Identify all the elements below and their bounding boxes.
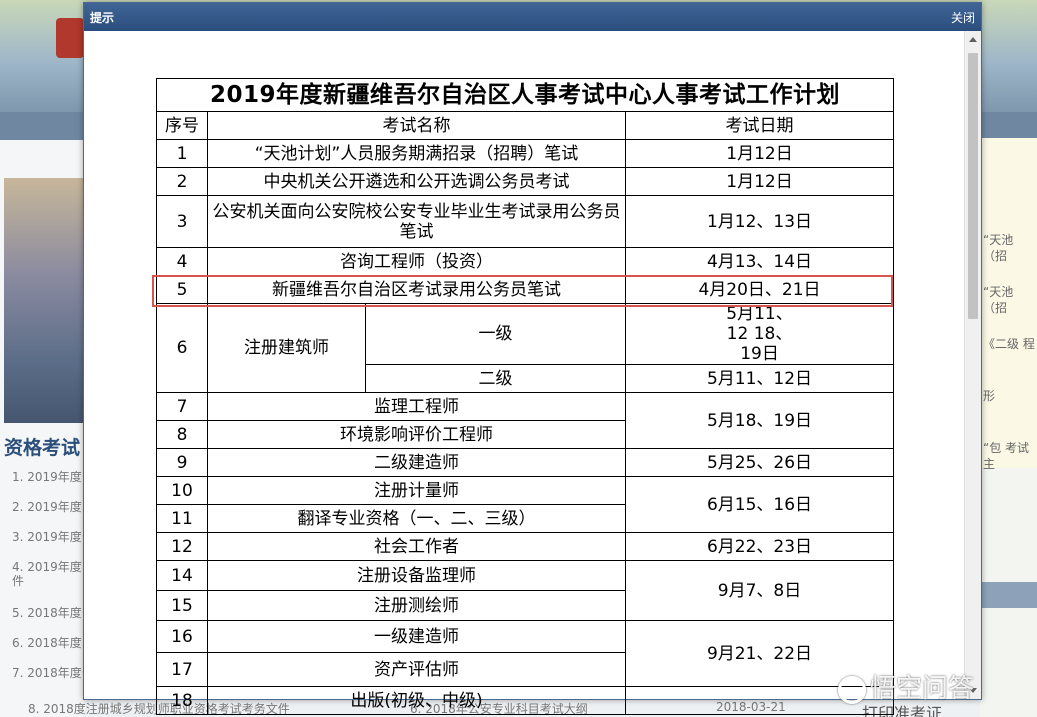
notice-dialog: 提示 关闭 2019年度新疆维吾尔自治区人事考试中心人事考试工作计划 序号 考试… bbox=[83, 2, 982, 715]
row-no: 8 bbox=[156, 420, 208, 449]
row-name: 中央机关公开遴选和公开选调公务员考试 bbox=[207, 167, 626, 196]
row-name: 公安机关面向公安院校公安专业毕业生考试录用公务员笔试 bbox=[207, 195, 626, 248]
row-5-highlight-box bbox=[152, 275, 893, 307]
row-no: 14 bbox=[156, 560, 208, 591]
right-link[interactable]: 《二级 程 bbox=[983, 336, 1037, 352]
row-no: 17 bbox=[156, 652, 208, 687]
dialog-title: 提示 bbox=[90, 11, 115, 25]
site-logo bbox=[56, 18, 84, 58]
row-name: 社会工作者 bbox=[207, 532, 626, 561]
header-date: 考试日期 bbox=[624, 111, 895, 140]
exam-news-list: 1. 2019年度 2. 2019年度 3. 2019年度 4. 2019年度 … bbox=[12, 470, 84, 696]
list-item[interactable]: 1. 2019年度 bbox=[12, 470, 84, 500]
list-item[interactable]: 5. 2018年度 bbox=[12, 606, 84, 636]
right-link[interactable]: 形 bbox=[983, 388, 1037, 404]
row-name: 注册计量师 bbox=[207, 476, 626, 505]
table-row: 1 “天池计划”人员服务期满招录（招聘）笔试 1月12日 bbox=[156, 139, 895, 168]
row-date: 4月13、14日 bbox=[624, 247, 895, 276]
table-row: 6 注册建筑师 一级 5月11、12 18、19日 bbox=[156, 303, 895, 393]
row-no: 1 bbox=[156, 139, 208, 168]
row-date: 5月11、12 18、19日 bbox=[624, 303, 895, 365]
row-name: 注册测绘师 bbox=[207, 590, 626, 621]
dialog-scrollbar[interactable] bbox=[964, 31, 981, 699]
scroll-thumb[interactable] bbox=[968, 53, 978, 319]
list-item[interactable]: 3. 2019年度 bbox=[12, 530, 84, 560]
row-subname: 一级 bbox=[365, 303, 626, 365]
table-row: 2 中央机关公开遴选和公开选调公务员考试 1月12日 bbox=[156, 167, 895, 196]
section-title: 资格考试 bbox=[4, 437, 81, 459]
table-row: 3 公安机关面向公安院校公安专业毕业生考试录用公务员笔试 1月12、13日 bbox=[156, 195, 895, 248]
right-link[interactable]: “天池（招 bbox=[983, 232, 1037, 264]
row-date: 1月12日 bbox=[624, 167, 895, 196]
row-name: 出版(初级、中级) bbox=[207, 686, 626, 715]
row-name: “天池计划”人员服务期满招录（招聘）笔试 bbox=[207, 139, 626, 168]
row-name: 监理工程师 bbox=[207, 392, 626, 421]
list-item[interactable]: 2. 2019年度 bbox=[12, 500, 84, 530]
row-date: 6月22、23日 bbox=[624, 532, 895, 561]
row-no: 2 bbox=[156, 167, 208, 196]
row-no: 7 bbox=[156, 392, 208, 421]
header-name: 考试名称 bbox=[207, 111, 626, 140]
right-section-bar bbox=[980, 582, 1037, 608]
row-name: 翻译专业资格（一、二、三级） bbox=[207, 504, 626, 533]
row-date: 5月18、19日 bbox=[624, 392, 895, 449]
row-date: 5月11、12日 bbox=[624, 364, 895, 393]
exam-schedule-table: 2019年度新疆维吾尔自治区人事考试中心人事考试工作计划 序号 考试名称 考试日… bbox=[155, 78, 895, 715]
row-date: 6月15、16日 bbox=[624, 476, 895, 533]
row-name: 一级建造师 bbox=[207, 620, 626, 653]
row-date: 1月12日 bbox=[624, 139, 895, 168]
right-link[interactable]: “包 考试主 bbox=[983, 440, 1037, 472]
row-no: 15 bbox=[156, 590, 208, 621]
table-row: 12 社会工作者 6月22、23日 bbox=[156, 532, 895, 561]
row-date: 5月25、26日 bbox=[624, 448, 895, 477]
row-name: 咨询工程师（投资） bbox=[207, 247, 626, 276]
row-no: 18 bbox=[156, 686, 208, 715]
row-name: 资产评估师 bbox=[207, 652, 626, 687]
scroll-up-arrow-icon[interactable] bbox=[969, 37, 977, 42]
row-no: 16 bbox=[156, 620, 208, 653]
table-row: 16 一级建造师 9月21、22日 bbox=[156, 620, 895, 687]
row-no: 6 bbox=[156, 303, 208, 393]
news-photo bbox=[4, 178, 84, 423]
row-no: 10 bbox=[156, 476, 208, 505]
table-header-row: 序号 考试名称 考试日期 bbox=[156, 111, 895, 140]
row-no: 3 bbox=[156, 195, 208, 248]
row-date: 9月7、8日 bbox=[624, 560, 895, 621]
table-row: 18 出版(初级、中级) bbox=[156, 686, 895, 715]
row-no: 4 bbox=[156, 247, 208, 276]
table-row: 9 二级建造师 5月25、26日 bbox=[156, 448, 895, 477]
row-name: 注册设备监理师 bbox=[207, 560, 626, 591]
header-no: 序号 bbox=[156, 111, 208, 140]
row-subname: 二级 bbox=[365, 364, 626, 393]
dialog-titlebar: 提示 关闭 bbox=[84, 3, 981, 31]
wukong-logo-icon bbox=[838, 675, 866, 704]
row-name: 环境影响评价工程师 bbox=[207, 420, 626, 449]
row-name: 二级建造师 bbox=[207, 448, 626, 477]
table-row: 4 咨询工程师（投资） 4月13、14日 bbox=[156, 247, 895, 276]
row-no: 12 bbox=[156, 532, 208, 561]
right-link[interactable]: “天池（招 bbox=[983, 284, 1037, 316]
watermark-text: 悟空问答 bbox=[870, 674, 975, 704]
table-title: 2019年度新疆维吾尔自治区人事考试中心人事考试工作计划 bbox=[155, 78, 895, 112]
list-item[interactable]: 6. 2018年度 bbox=[12, 636, 84, 666]
row-no: 9 bbox=[156, 448, 208, 477]
list-item[interactable]: 4. 2019年度 件 bbox=[12, 560, 84, 606]
row-name: 注册建筑师 bbox=[207, 303, 366, 393]
table-row: 14 注册设备监理师 9月7、8日 bbox=[156, 560, 895, 621]
row-no: 11 bbox=[156, 504, 208, 533]
table-row: 7 监理工程师 5月18、19日 bbox=[156, 392, 895, 449]
table-row: 10 注册计量师 6月15、16日 bbox=[156, 476, 895, 533]
wukong-watermark: 悟空问答 bbox=[838, 668, 1028, 708]
close-button[interactable]: 关闭 bbox=[951, 9, 975, 26]
row-date: 1月12、13日 bbox=[624, 195, 895, 248]
list-item[interactable]: 7. 2018年度 bbox=[12, 666, 84, 696]
